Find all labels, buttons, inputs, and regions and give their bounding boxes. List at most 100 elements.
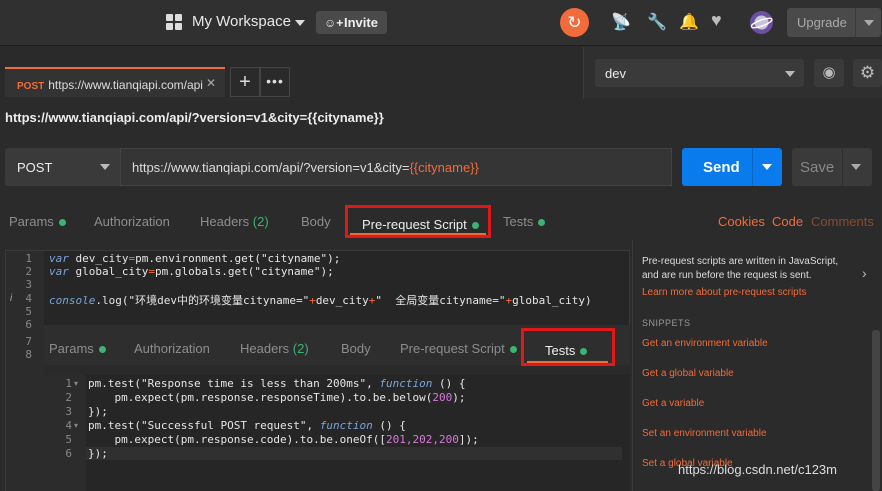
request-tab[interactable]: POST https://www.tianqiapi.com/api [5,67,225,97]
snippet-item[interactable]: Get a variable [642,398,704,409]
tab-label: Pre-request Script [400,341,505,356]
url-variable: {{cityname}} [409,160,479,175]
line-number: 4 [25,292,32,305]
environment-select[interactable]: dev [595,59,804,87]
invite-button[interactable]: ☺+ Invite [316,11,387,34]
avatar[interactable] [750,11,773,34]
url-input[interactable]: https://www.tianqiapi.com/api/?version=v… [120,148,672,186]
snippet-item[interactable]: Set an environment variable [642,428,767,439]
code-line: }); [88,405,108,418]
chevron-down-icon [100,164,110,170]
sync-icon[interactable]: ↻ [560,8,589,37]
code-token: var [49,265,69,278]
workspace-label: My Workspace [192,13,291,30]
chevron-down-icon[interactable] [295,20,305,26]
line-number: 2 [65,391,72,404]
inner-tab-authorization: Authorization [134,341,210,356]
chevron-down-icon [785,71,795,77]
chevron-down-icon[interactable] [851,164,861,170]
tab-label: Params [9,214,54,229]
code-line: pm.expect(pm.response.code).to.be.oneOf(… [88,433,479,446]
active-tab-indicator [527,361,608,363]
code-token: dev_city [68,252,129,265]
workspace-switcher[interactable]: My Workspace [192,13,291,30]
more-tabs-button[interactable]: ••• [260,67,290,97]
upgrade-label: Upgrade [797,15,847,30]
gear-icon[interactable]: ⚙ [853,59,882,87]
code-link[interactable]: Code [772,214,803,229]
scrollbar[interactable] [872,330,880,491]
eye-icon[interactable]: ◉ [814,59,844,87]
cookies-link[interactable]: Cookies [718,214,765,229]
code-token: 200 [432,391,453,404]
code-token: console [49,294,96,307]
tab-body[interactable]: Body [301,214,331,229]
save-button[interactable]: Save [792,148,872,186]
line-number: 6 [65,447,72,460]
watermark: https://blog.csdn.net/c123m [678,462,837,477]
headers-count: (2) [292,341,309,356]
line-number: 1 [65,377,72,390]
line-number: 3 [65,405,72,418]
code-token: " 全局变量cityname=" [375,294,506,307]
planet-icon [750,15,773,30]
line-number: 5 [65,433,72,446]
status-dot [538,219,546,227]
status-dot [58,219,66,227]
close-icon[interactable]: ✕ [206,76,216,90]
code-token: pm.test("Successful POST request", [88,419,320,432]
code-token: ]); [458,433,479,446]
save-label: Save [800,159,835,176]
chevron-right-icon[interactable]: › [862,265,867,281]
tab-params[interactable]: Params [9,214,66,229]
code-token: pm.expect(pm.response.code).to.be.oneOf(… [88,433,387,446]
code-token: global_city) [512,294,592,307]
code-line: pm.expect(pm.response.responseTime).to.b… [88,391,466,404]
comments-link[interactable]: Comments [811,214,874,229]
tab-label: Headers [240,341,290,356]
request-title[interactable]: https://www.tianqiapi.com/api/?version=v… [5,110,384,125]
code-token: 201,202,200 [386,433,459,446]
add-tab-button[interactable]: + [230,67,260,97]
inner-tab-body: Body [341,341,371,356]
code-line: console.log("环境dev中的环境变量cityname="+dev_c… [49,292,592,308]
code-line: pm.test("Response time is less than 200m… [88,377,466,390]
method-select[interactable]: POST [5,148,120,186]
tab-authorization[interactable]: Authorization [94,214,170,229]
tab-tests[interactable]: Tests [503,214,546,229]
method-value: POST [17,160,53,175]
tab-method: POST [17,81,45,92]
upgrade-button[interactable]: Upgrade [787,8,881,37]
inner-tab-params: Params [49,341,106,356]
code-token: pm.expect(pm.response.responseTime).to.b… [88,391,433,404]
workspace-grid-icon[interactable] [166,14,182,30]
status-dot [509,346,517,354]
chevron-down-icon[interactable] [762,164,772,170]
invite-label: Invite [344,15,378,30]
snippet-item[interactable]: Get a global variable [642,368,734,379]
learn-more-link[interactable]: Learn more about pre-request scripts [642,287,807,298]
snippets-heading: SNIPPETS [642,318,691,328]
status-dot [98,346,106,354]
tab-headers[interactable]: Headers (2) [200,214,269,229]
url-prefix: https://www.tianqiapi.com/api/?version=v… [132,160,410,175]
active-tab-indicator [350,233,486,235]
wrench-icon[interactable]: 🔧 [647,12,667,32]
line-number: 7 [25,335,32,348]
code-token: var [49,252,69,265]
tab-label: Body [341,341,371,356]
line-number: 2 [25,265,32,278]
code-token: ); [452,391,466,404]
tab-label: Tests [503,214,534,229]
code-line: var dev_city=pm.environment.get("citynam… [49,252,340,265]
chevron-down-icon[interactable] [864,20,874,26]
send-button[interactable]: Send [682,148,782,186]
line-number: 6 [25,318,32,331]
fold-arrow-icon: ▾ [74,379,79,388]
tab-label: Params [49,341,94,356]
heart-icon[interactable]: ♥ [711,10,722,31]
satellite-icon[interactable]: 📡 [611,12,631,32]
bell-icon[interactable]: 🔔 [679,12,699,32]
snippet-item[interactable]: Get an environment variable [642,338,768,349]
line-number: 3 [25,278,32,291]
